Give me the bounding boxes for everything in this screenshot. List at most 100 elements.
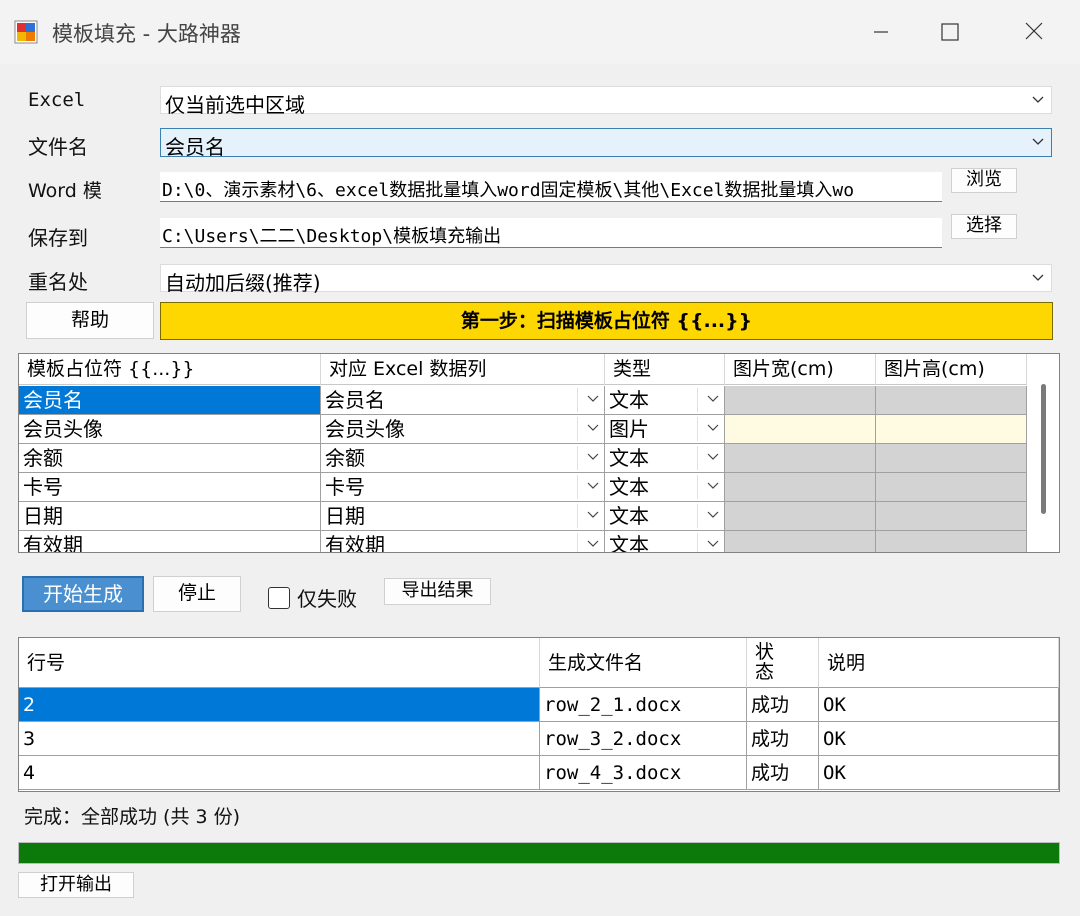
- chevron-down-icon: [707, 511, 719, 518]
- result-status-cell[interactable]: 成功: [747, 756, 819, 790]
- minimize-icon: [874, 31, 888, 33]
- excel-column-dropdown[interactable]: 有效期: [321, 531, 605, 553]
- result-row-cell[interactable]: 3: [19, 722, 540, 756]
- img-height-cell[interactable]: [876, 444, 1027, 473]
- chevron-down-icon: [1032, 96, 1044, 103]
- only-failed-checkbox[interactable]: [268, 587, 290, 609]
- status-text: 完成：全部成功 (共 3 份): [24, 806, 241, 828]
- save-path-input[interactable]: C:\Users\二二\Desktop\模板填充输出: [160, 218, 942, 248]
- img-height-cell[interactable]: [876, 473, 1027, 502]
- col-header-excel-column[interactable]: 对应 Excel 数据列: [321, 354, 605, 385]
- dropdown-separator: [697, 475, 698, 499]
- result-file-cell[interactable]: row_2_1.docx: [540, 688, 747, 722]
- type-dropdown-text: 文本: [609, 533, 649, 553]
- result-status-cell[interactable]: 成功: [747, 722, 819, 756]
- img-width-cell[interactable]: [725, 473, 876, 502]
- choose-folder-button[interactable]: 选择: [951, 214, 1017, 239]
- mapping-grid: 模板占位符 {{...}} 对应 Excel 数据列 类型 图片宽(cm) 图片…: [18, 353, 1060, 553]
- img-height-cell[interactable]: [876, 531, 1027, 552]
- img-width-cell[interactable]: [725, 415, 876, 444]
- placeholder-cell-text: 会员头像: [23, 417, 103, 441]
- result-file-cell[interactable]: row_4_3.docx: [540, 756, 747, 790]
- excel-column-dropdown-text: 日期: [325, 504, 365, 528]
- export-results-button[interactable]: 导出结果: [384, 578, 491, 605]
- col-header-img-height[interactable]: 图片高(cm): [876, 354, 1027, 385]
- type-dropdown-text: 图片: [609, 417, 649, 441]
- placeholder-cell[interactable]: 会员头像: [19, 415, 321, 444]
- placeholder-cell[interactable]: 有效期: [19, 531, 321, 552]
- col-header-file-name[interactable]: 生成文件名: [540, 638, 747, 688]
- excel-label: Excel: [28, 89, 86, 111]
- chevron-down-icon: [707, 395, 719, 402]
- type-dropdown[interactable]: 文本: [605, 444, 725, 473]
- result-row-cell[interactable]: 2: [19, 688, 540, 722]
- excel-column-dropdown[interactable]: 余额: [321, 444, 605, 473]
- start-generate-button[interactable]: 开始生成: [22, 576, 144, 612]
- excel-range-select[interactable]: 仅当前选中区域: [160, 86, 1052, 117]
- word-template-path-value: D:\0、演示素材\6、excel数据批量填入word固定模板\其他\Excel…: [162, 180, 855, 201]
- excel-column-dropdown[interactable]: 会员名: [321, 386, 605, 415]
- img-width-cell[interactable]: [725, 531, 876, 552]
- result-file-cell[interactable]: row_3_2.docx: [540, 722, 747, 756]
- open-output-button[interactable]: 打开输出: [18, 872, 134, 898]
- img-width-cell[interactable]: [725, 444, 876, 473]
- excel-column-dropdown-text: 卡号: [325, 475, 365, 499]
- placeholder-cell-text: 日期: [23, 504, 63, 528]
- maximize-icon: [941, 23, 959, 41]
- dropdown-separator: [577, 446, 578, 470]
- img-height-cell[interactable]: [876, 415, 1027, 444]
- excel-column-dropdown[interactable]: 卡号: [321, 473, 605, 502]
- placeholder-cell[interactable]: 会员名: [19, 386, 321, 415]
- filename-label: 文件名: [28, 135, 88, 159]
- type-dropdown[interactable]: 文本: [605, 531, 725, 553]
- excel-column-dropdown[interactable]: 日期: [321, 502, 605, 531]
- img-height-cell[interactable]: [876, 502, 1027, 531]
- type-dropdown[interactable]: 图片: [605, 415, 725, 444]
- filename-select[interactable]: 会员名: [160, 128, 1052, 159]
- result-row-cell[interactable]: 4: [19, 756, 540, 790]
- img-height-cell[interactable]: [876, 386, 1027, 415]
- excel-column-dropdown-text: 会员名: [325, 388, 385, 412]
- close-button[interactable]: [1010, 12, 1060, 52]
- col-header-status[interactable]: 状态: [747, 638, 819, 688]
- type-dropdown[interactable]: 文本: [605, 386, 725, 415]
- rename-select[interactable]: 自动加后缀(推荐): [160, 264, 1052, 295]
- dropdown-separator: [697, 504, 698, 528]
- col-header-placeholder[interactable]: 模板占位符 {{...}}: [19, 354, 321, 385]
- placeholder-cell[interactable]: 余额: [19, 444, 321, 473]
- dropdown-separator: [577, 475, 578, 499]
- scan-placeholders-button[interactable]: 第一步：扫描模板占位符 {{...}}: [160, 302, 1053, 340]
- img-width-cell[interactable]: [725, 386, 876, 415]
- help-button[interactable]: 帮助: [26, 302, 154, 339]
- progress-bar: [18, 842, 1060, 864]
- dropdown-separator: [577, 388, 578, 412]
- dropdown-separator: [697, 446, 698, 470]
- dropdown-separator: [577, 504, 578, 528]
- result-note-cell[interactable]: OK: [819, 756, 1059, 790]
- col-header-note[interactable]: 说明: [819, 638, 1059, 688]
- type-dropdown-text: 文本: [609, 504, 649, 528]
- chevron-down-icon: [587, 511, 599, 518]
- result-status-cell[interactable]: 成功: [747, 688, 819, 722]
- mapping-grid-scrollbar[interactable]: [1041, 384, 1046, 514]
- col-header-type[interactable]: 类型: [605, 354, 725, 385]
- stop-button[interactable]: 停止: [153, 576, 241, 612]
- type-dropdown[interactable]: 文本: [605, 473, 725, 502]
- type-dropdown[interactable]: 文本: [605, 502, 725, 531]
- chevron-down-icon: [587, 424, 599, 431]
- excel-column-dropdown[interactable]: 会员头像: [321, 415, 605, 444]
- rename-value: 自动加后缀(推荐): [165, 271, 321, 295]
- excel-column-dropdown-text: 有效期: [325, 533, 385, 553]
- placeholder-cell[interactable]: 卡号: [19, 473, 321, 502]
- browse-button[interactable]: 浏览: [951, 168, 1017, 193]
- placeholder-cell[interactable]: 日期: [19, 502, 321, 531]
- result-note-cell[interactable]: OK: [819, 688, 1059, 722]
- minimize-button[interactable]: [856, 12, 906, 52]
- col-header-img-width[interactable]: 图片宽(cm): [725, 354, 876, 385]
- img-width-cell[interactable]: [725, 502, 876, 531]
- word-template-path-input[interactable]: D:\0、演示素材\6、excel数据批量填入word固定模板\其他\Excel…: [160, 172, 942, 202]
- excel-column-dropdown-text: 余额: [325, 446, 365, 470]
- maximize-button[interactable]: [925, 12, 975, 52]
- col-header-row-number[interactable]: 行号: [19, 638, 540, 688]
- result-note-cell[interactable]: OK: [819, 722, 1059, 756]
